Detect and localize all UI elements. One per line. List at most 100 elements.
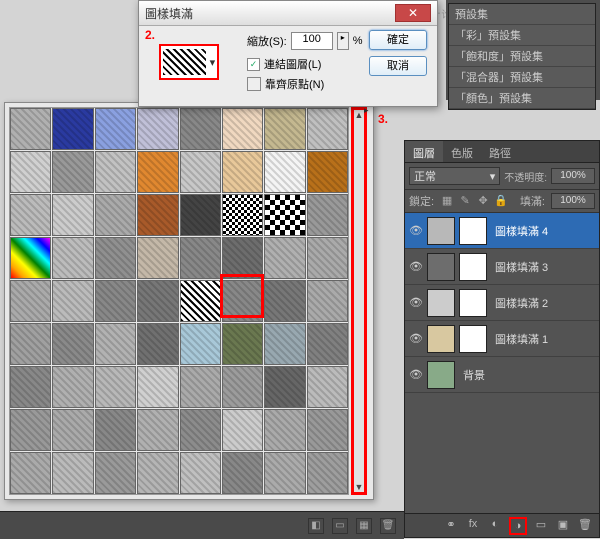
fx-icon[interactable]: fx [465, 518, 481, 534]
pattern-swatch[interactable] [264, 108, 305, 150]
layer-mask-thumb[interactable] [459, 217, 487, 245]
pattern-swatch[interactable] [222, 409, 263, 451]
scroll-up-icon[interactable]: ▲ [355, 110, 364, 120]
pattern-swatch[interactable] [180, 409, 221, 451]
layer-mask-thumb[interactable] [459, 289, 487, 317]
pattern-swatch[interactable] [10, 151, 51, 193]
layer-row[interactable]: 👁 圖樣填滿 4 [405, 213, 599, 249]
pattern-swatch[interactable] [264, 151, 305, 193]
layer-name[interactable]: 圖樣填滿 2 [495, 295, 548, 311]
link-layer-checkbox[interactable]: ✓ [247, 58, 260, 71]
layer-name[interactable]: 背景 [463, 367, 485, 383]
new-layer-icon[interactable]: ▣ [555, 518, 571, 534]
tab-paths[interactable]: 路徑 [481, 141, 519, 162]
pattern-swatch[interactable] [180, 280, 221, 322]
trash-icon[interactable]: 🗑 [577, 518, 593, 534]
preset-item[interactable]: 「彩」預設集 [449, 25, 595, 46]
layer-thumb[interactable] [427, 217, 455, 245]
pattern-swatch[interactable] [307, 237, 348, 279]
visibility-eye-icon[interactable]: 👁 [407, 224, 425, 237]
pattern-swatch[interactable] [95, 323, 136, 365]
pattern-swatch[interactable] [52, 151, 93, 193]
fill-value[interactable]: 100% [551, 193, 595, 209]
layer-row[interactable]: 👁 背景 [405, 357, 599, 393]
pattern-swatch[interactable] [222, 108, 263, 150]
preset-item[interactable]: 「顏色」預設集 [449, 88, 595, 109]
pattern-swatch[interactable] [137, 323, 178, 365]
layer-name[interactable]: 圖樣填滿 1 [495, 331, 548, 347]
link-layers-icon[interactable]: ⚭ [443, 518, 459, 534]
dialog-titlebar[interactable]: 圖樣填滿 ✕ [139, 1, 437, 26]
pattern-swatch[interactable] [10, 108, 51, 150]
pattern-swatch[interactable] [307, 108, 348, 150]
pattern-swatch[interactable] [307, 409, 348, 451]
pattern-swatch[interactable] [180, 366, 221, 408]
pattern-swatch[interactable] [137, 366, 178, 408]
tab-channels[interactable]: 色版 [443, 141, 481, 162]
pattern-swatch[interactable] [222, 194, 263, 236]
group-icon[interactable]: ▭ [533, 518, 549, 534]
lock-brush-icon[interactable]: ✎ [458, 194, 472, 208]
pattern-swatch[interactable] [137, 280, 178, 322]
pattern-swatch[interactable] [95, 452, 136, 494]
pattern-swatch[interactable] [307, 323, 348, 365]
pattern-swatch[interactable] [264, 194, 305, 236]
scale-input[interactable]: 100 [291, 32, 333, 50]
pattern-swatch[interactable] [180, 452, 221, 494]
pattern-swatch[interactable] [137, 237, 178, 279]
pattern-swatch[interactable] [137, 452, 178, 494]
scroll-down-icon[interactable]: ▼ [355, 482, 364, 492]
layer-row[interactable]: 👁圖樣填滿 3 [405, 249, 599, 285]
preset-item[interactable]: 「混合器」預設集 [449, 67, 595, 88]
layer-name[interactable]: 圖樣填滿 4 [495, 223, 548, 239]
pattern-swatch[interactable] [264, 323, 305, 365]
footer-icon[interactable]: ◧ [308, 518, 324, 534]
pattern-swatch[interactable] [222, 452, 263, 494]
pattern-swatch[interactable] [95, 108, 136, 150]
layer-thumb[interactable] [427, 289, 455, 317]
pattern-swatch[interactable] [10, 280, 51, 322]
pattern-swatch[interactable] [222, 323, 263, 365]
pattern-swatch[interactable] [264, 366, 305, 408]
pattern-swatch[interactable] [10, 366, 51, 408]
lock-move-icon[interactable]: ✥ [476, 194, 490, 208]
pattern-swatch[interactable] [307, 452, 348, 494]
snap-origin-button[interactable] [247, 77, 261, 91]
pattern-swatch[interactable] [137, 108, 178, 150]
blend-mode-select[interactable]: 正常▾ [409, 167, 500, 185]
pattern-swatch[interactable] [52, 108, 93, 150]
pattern-swatch[interactable] [137, 409, 178, 451]
pattern-swatch[interactable] [52, 237, 93, 279]
pattern-swatch[interactable] [95, 151, 136, 193]
layer-row[interactable]: 👁圖樣填滿 1 [405, 321, 599, 357]
pattern-swatch[interactable] [10, 323, 51, 365]
adjustment-layer-icon[interactable]: ◑ [509, 517, 527, 535]
preset-item[interactable]: 預設集 [449, 4, 595, 25]
pattern-swatch[interactable] [264, 409, 305, 451]
footer-icon[interactable]: ▭ [332, 518, 348, 534]
visibility-eye-icon[interactable]: 👁 [407, 296, 425, 309]
close-button[interactable]: ✕ [395, 4, 431, 22]
pattern-swatch[interactable] [137, 194, 178, 236]
pattern-swatch[interactable] [52, 280, 93, 322]
scale-stepper[interactable]: ▸ [337, 32, 349, 50]
layer-thumb[interactable] [427, 253, 455, 281]
pattern-swatch[interactable] [10, 194, 51, 236]
pattern-swatch[interactable] [95, 237, 136, 279]
tab-layers[interactable]: 圖層 [405, 141, 443, 162]
lock-all-icon[interactable]: 🔒 [494, 194, 508, 208]
lock-transparency-icon[interactable]: ▦ [440, 194, 454, 208]
preset-item[interactable]: 「飽和度」預設集 [449, 46, 595, 67]
pattern-swatch[interactable] [180, 151, 221, 193]
visibility-eye-icon[interactable]: 👁 [407, 368, 425, 381]
layer-thumb[interactable] [427, 361, 455, 389]
footer-icon[interactable]: ▦ [356, 518, 372, 534]
mask-icon[interactable]: ◐ [487, 518, 503, 534]
pattern-swatch[interactable] [10, 237, 51, 279]
pattern-swatch[interactable] [264, 280, 305, 322]
opacity-value[interactable]: 100% [551, 168, 595, 184]
pattern-swatch[interactable] [95, 366, 136, 408]
layer-mask-thumb[interactable] [459, 253, 487, 281]
pattern-swatch[interactable] [95, 409, 136, 451]
pattern-swatch[interactable] [307, 280, 348, 322]
